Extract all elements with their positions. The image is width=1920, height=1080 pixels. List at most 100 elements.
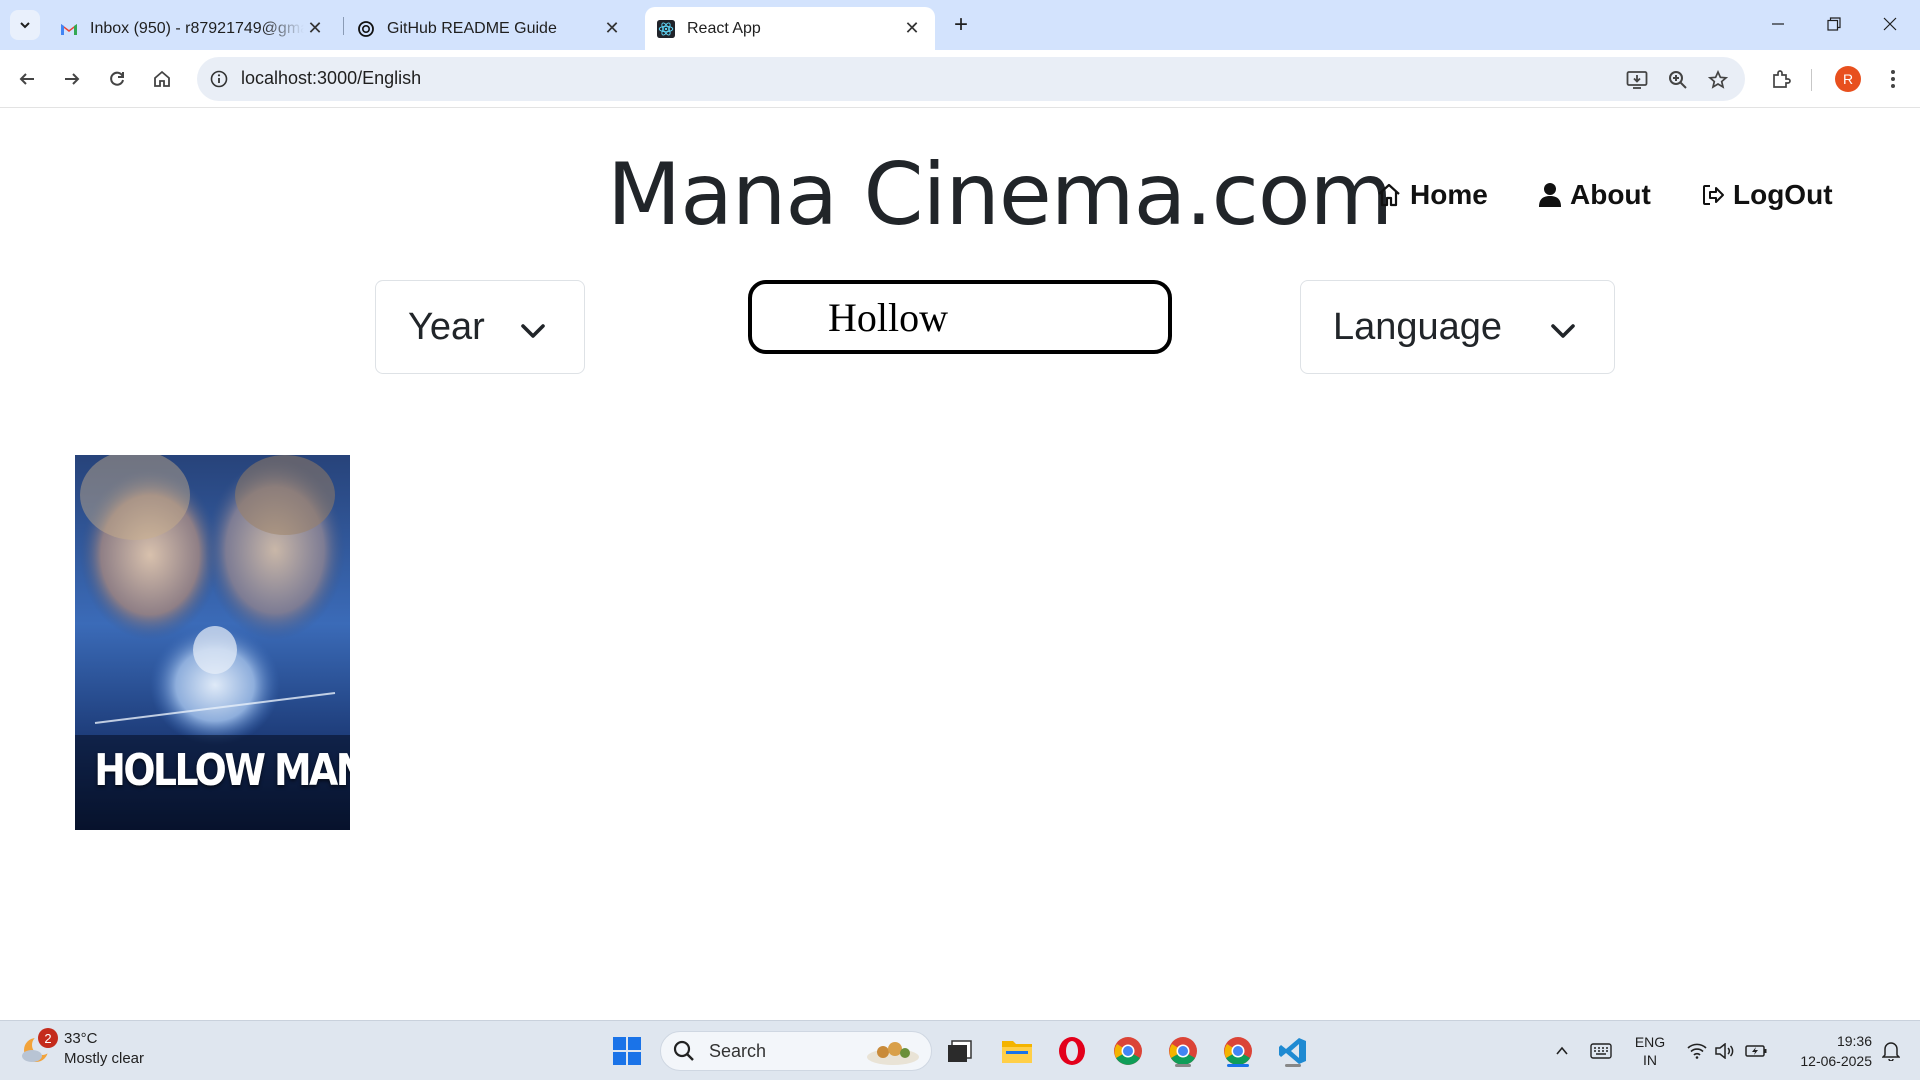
taskbar-file-explorer[interactable]: [997, 1031, 1037, 1071]
language-select[interactable]: Language: [1300, 280, 1615, 374]
search-box[interactable]: [748, 280, 1172, 354]
profile-avatar[interactable]: R: [1835, 66, 1861, 92]
taskbar-chrome[interactable]: [1108, 1031, 1148, 1071]
start-button[interactable]: [607, 1031, 647, 1071]
tab-gmail[interactable]: Inbox (950) - r87921749@gmail.com ✕: [48, 7, 338, 50]
restore-button[interactable]: [1806, 0, 1862, 48]
home-icon: [1376, 182, 1402, 208]
address-bar[interactable]: localhost:3000/English: [197, 57, 1745, 101]
poster-title: HOLLOW MAN: [94, 745, 350, 796]
browser-toolbar: localhost:3000/English: [0, 50, 1920, 108]
window-close-button[interactable]: [1862, 0, 1918, 48]
nav-home-label: Home: [1410, 179, 1488, 210]
chevron-up-icon: [1556, 1046, 1568, 1055]
volume-status[interactable]: [1712, 1021, 1738, 1080]
weather-moon-icon: 2: [20, 1028, 58, 1066]
logout-icon: [1701, 183, 1725, 207]
vscode-icon: [1279, 1038, 1306, 1064]
weather-alert-badge: 2: [38, 1028, 58, 1048]
running-indicator: [1285, 1064, 1301, 1067]
running-indicator: [1175, 1064, 1191, 1067]
taskbar-task-view[interactable]: [940, 1031, 980, 1071]
chevron-down-icon: [1548, 313, 1578, 356]
tab-github-readme[interactable]: GitHub README Guide ✕: [345, 7, 635, 50]
forward-button[interactable]: [55, 62, 89, 96]
taskbar-search[interactable]: Search: [660, 1031, 932, 1071]
install-app-icon[interactable]: [1624, 67, 1650, 93]
notification-bell-icon: [1882, 1042, 1900, 1061]
tab-react-app[interactable]: React App ✕: [645, 7, 935, 50]
close-icon[interactable]: ✕: [901, 18, 923, 40]
year-select[interactable]: Year: [375, 280, 585, 374]
keyboard-icon: [1590, 1043, 1612, 1059]
arrow-left-icon: [19, 73, 34, 85]
speaker-icon: [1715, 1043, 1734, 1059]
restore-icon: [1827, 17, 1841, 31]
notifications-button[interactable]: [1876, 1021, 1906, 1080]
clock-time: 19:36: [1836, 1033, 1872, 1049]
home-button[interactable]: [145, 62, 179, 96]
keyboard-button[interactable]: [1586, 1021, 1616, 1080]
nav-logout-link[interactable]: LogOut: [1701, 179, 1833, 211]
weather-description: Mostly clear: [64, 1050, 145, 1067]
tab-title: GitHub README Guide: [387, 19, 557, 37]
nav-home-link[interactable]: Home: [1376, 179, 1488, 211]
url-text[interactable]: localhost:3000/English: [241, 68, 421, 89]
browser-tab-strip: Inbox (950) - r87921749@gmail.com ✕ GitH…: [0, 0, 1920, 50]
search-icon: [673, 1040, 694, 1061]
chevron-down-icon: [518, 313, 548, 356]
site-info-icon[interactable]: [207, 67, 231, 91]
site-title: Mana Cinema.com: [607, 145, 1393, 245]
search-highlight-food-icon: [867, 1042, 919, 1065]
os-taskbar: 2 33°C Mostly clear Search ENG IN 19:36 …: [0, 1020, 1920, 1080]
windows-logo-icon: [613, 1037, 641, 1065]
clock[interactable]: 19:36 12-06-2025: [1782, 1021, 1872, 1080]
weather-widget[interactable]: 2 33°C Mostly clear: [20, 1028, 145, 1069]
show-hidden-icons-button[interactable]: [1548, 1021, 1576, 1080]
reload-icon: [110, 71, 124, 86]
tab-divider: [343, 17, 344, 35]
chrome-icon: [1224, 1037, 1252, 1065]
region-code: IN: [1643, 1052, 1657, 1068]
close-icon[interactable]: ✕: [601, 18, 623, 40]
nav-about-label: About: [1570, 179, 1651, 210]
close-icon: [1883, 17, 1897, 31]
chrome-icon: [1169, 1037, 1197, 1065]
bookmark-star-icon[interactable]: [1705, 67, 1731, 93]
back-button[interactable]: [10, 62, 44, 96]
battery-charging-icon: [1745, 1045, 1767, 1057]
opera-icon: [1059, 1037, 1085, 1065]
arrow-right-icon: [65, 73, 80, 85]
movie-poster-card[interactable]: HOLLOW MAN: [75, 455, 350, 830]
folder-icon: [1002, 1041, 1032, 1063]
new-tab-button[interactable]: +: [946, 10, 976, 40]
input-language-indicator[interactable]: ENG IN: [1628, 1021, 1672, 1080]
battery-status[interactable]: [1742, 1021, 1770, 1080]
taskbar-opera[interactable]: [1052, 1031, 1092, 1071]
menu-kebab-icon[interactable]: [1876, 62, 1910, 96]
taskbar-vscode[interactable]: [1273, 1031, 1313, 1071]
chrome-icon: [1114, 1037, 1142, 1065]
openai-icon: [357, 20, 375, 38]
year-select-label: Year: [408, 305, 485, 348]
toolbar-divider: [1811, 69, 1812, 91]
tab-search-button[interactable]: [10, 10, 40, 40]
nav-about-link[interactable]: About: [1538, 179, 1651, 211]
taskbar-chrome-profile-r[interactable]: [1163, 1031, 1203, 1071]
wifi-status[interactable]: [1684, 1021, 1710, 1080]
minimize-button[interactable]: [1750, 0, 1806, 48]
search-input[interactable]: [828, 294, 1148, 340]
extensions-icon[interactable]: [1764, 62, 1798, 96]
weather-temperature: 33°C: [64, 1030, 98, 1047]
zoom-icon[interactable]: [1665, 67, 1691, 93]
tab-title: React App: [687, 19, 761, 37]
chevron-down-icon: [20, 22, 30, 29]
taskbar-chrome-profile-active[interactable]: [1218, 1031, 1258, 1071]
react-icon: [657, 19, 675, 38]
user-icon: [1538, 182, 1562, 208]
language-code: ENG: [1634, 1034, 1666, 1050]
nav-logout-label: LogOut: [1733, 179, 1833, 210]
home-icon: [154, 70, 170, 87]
reload-button[interactable]: [100, 62, 134, 96]
close-icon[interactable]: ✕: [304, 18, 326, 40]
